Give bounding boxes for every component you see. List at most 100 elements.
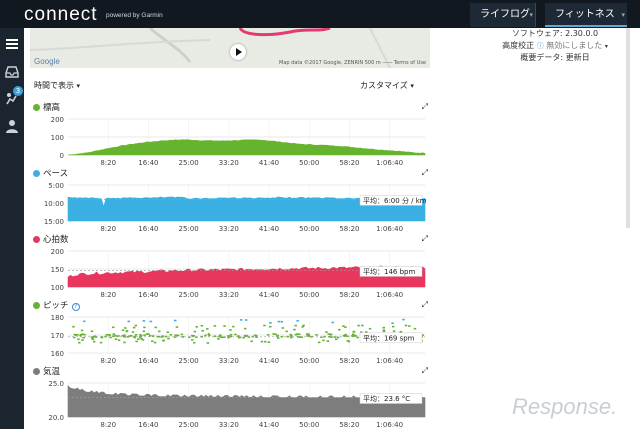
cadence-point bbox=[294, 324, 297, 327]
chevron-down-icon: ▾ bbox=[410, 82, 414, 90]
cadence-point bbox=[154, 326, 157, 329]
chevron-down-icon: ▾ bbox=[76, 82, 81, 90]
chart-temperature[interactable]: 25.0 20.0 8:20 16:40 25:00 33:20 41:40 50:00 58:… bbox=[30, 379, 430, 429]
expand-icon[interactable]: ⤢ bbox=[422, 234, 428, 244]
device-info-panel: ソフトウェア: 2.30.0.0 高度校正 ⓘ 無効にしました ▾ 概要データ:… bbox=[470, 28, 640, 64]
cadence-point bbox=[342, 325, 345, 327]
cadence-point bbox=[326, 340, 330, 342]
x-tick-label: 33:20 bbox=[219, 357, 239, 365]
route-map[interactable]: Google Map data ©2017 Google, ZENRIN 500… bbox=[30, 28, 430, 68]
cadence-point bbox=[232, 325, 235, 328]
cadence-point bbox=[114, 334, 117, 337]
x-tick-label: 8:20 bbox=[100, 357, 116, 365]
x-tick-label: 50:00 bbox=[299, 357, 319, 365]
play-button[interactable] bbox=[230, 44, 246, 60]
cadence-point bbox=[229, 333, 233, 336]
cadence-point bbox=[267, 341, 271, 343]
average-label: 平均：169 spm bbox=[363, 333, 415, 342]
inbox-icon[interactable] bbox=[4, 64, 20, 80]
cadence-point bbox=[413, 327, 417, 330]
cadence-point bbox=[108, 334, 111, 336]
cadence-point bbox=[153, 341, 157, 344]
cadence-point bbox=[132, 326, 136, 329]
time-view-dropdown[interactable]: 時間で表示 ▾ bbox=[34, 80, 80, 91]
chart-pace[interactable]: 5:00 10:00 15:00 8:20 16:40 25:00 33:20 41:40 50… bbox=[30, 181, 430, 233]
chart-cadence[interactable]: 180 170 160 8:20 16:40 25:00 33:20 41:40 50:00 58… bbox=[30, 313, 430, 365]
cadence-point bbox=[280, 320, 284, 323]
cadence-point bbox=[145, 333, 149, 335]
cadence-point bbox=[174, 319, 177, 322]
cadence-point bbox=[180, 333, 184, 336]
cadence-point bbox=[344, 334, 347, 337]
expand-icon[interactable]: ⤢ bbox=[422, 366, 428, 376]
tab-lifelog-label: ライフログ bbox=[480, 9, 530, 20]
x-tick-label: 50:00 bbox=[299, 291, 319, 299]
x-tick-label: 16:40 bbox=[138, 421, 158, 429]
cadence-point bbox=[142, 330, 146, 333]
altitude-value[interactable]: 無効にしました bbox=[546, 41, 602, 50]
cadence-point bbox=[255, 334, 258, 337]
y-tick-label: 200 bbox=[51, 116, 64, 124]
cadence-point bbox=[79, 333, 83, 336]
x-tick-label: 16:40 bbox=[138, 159, 158, 167]
chart-title: ピッチ bbox=[43, 301, 69, 311]
cadence-point bbox=[125, 330, 129, 332]
cadence-point bbox=[285, 330, 288, 333]
connect-logo[interactable]: connect bbox=[24, 4, 98, 26]
cadence-point bbox=[264, 340, 267, 343]
cadence-point bbox=[201, 330, 204, 332]
cadence-point bbox=[73, 333, 77, 336]
expand-icon[interactable]: ⤢ bbox=[422, 102, 428, 112]
cadence-point bbox=[123, 341, 126, 344]
customize-dropdown[interactable]: カスタマイズ ▾ bbox=[360, 80, 414, 91]
y-tick-label: 20.0 bbox=[48, 414, 64, 422]
cadence-point bbox=[93, 335, 97, 338]
info-icon[interactable]: ? bbox=[71, 303, 80, 311]
cadence-point bbox=[124, 327, 127, 329]
cadence-point bbox=[322, 339, 325, 342]
chevron-down-icon[interactable]: ▾ bbox=[621, 3, 625, 27]
cadence-point bbox=[335, 338, 338, 340]
tab-fitness[interactable]: フィットネス ▾ bbox=[545, 3, 627, 27]
cadence-point bbox=[392, 325, 395, 328]
cadence-point bbox=[333, 336, 337, 338]
info-icon[interactable]: ⓘ bbox=[537, 42, 544, 50]
chart-header-pace: ペース ⤢ bbox=[30, 167, 430, 181]
cadence-point bbox=[131, 331, 135, 333]
menu-icon[interactable] bbox=[4, 36, 20, 52]
chart-elevation[interactable]: 200 100 0 8:20 16:40 25:00 33:20 41:40 50:00 58:2… bbox=[30, 115, 430, 167]
cadence-point bbox=[404, 324, 408, 327]
tab-lifelog[interactable]: ライフログ ▾ bbox=[470, 3, 536, 27]
expand-icon[interactable]: ⤢ bbox=[422, 168, 428, 178]
y-tick-label: 100 bbox=[51, 134, 64, 142]
chevron-down-icon[interactable]: ▾ bbox=[605, 43, 608, 50]
cadence-point bbox=[392, 330, 396, 332]
cadence-point bbox=[269, 325, 272, 328]
scrollbar[interactable] bbox=[626, 28, 630, 228]
cadence-point bbox=[277, 337, 280, 339]
cadence-point bbox=[223, 325, 226, 327]
altitude-calibration: 高度校正 ⓘ 無効にしました ▾ bbox=[470, 40, 640, 52]
chevron-down-icon[interactable]: ▾ bbox=[529, 3, 533, 27]
x-tick-label: 8:20 bbox=[100, 291, 116, 299]
expand-icon[interactable]: ⤢ bbox=[422, 300, 428, 310]
x-tick-label: 25:00 bbox=[179, 357, 199, 365]
cadence-point bbox=[149, 320, 153, 323]
legend-dot bbox=[33, 302, 40, 309]
x-tick-label: 41:40 bbox=[259, 357, 279, 365]
chart-heart_rate[interactable]: 200 150 100 8:20 16:40 25:00 33:20 41:40 50:00 58… bbox=[30, 247, 430, 299]
cadence-point bbox=[329, 334, 332, 336]
cadence-point bbox=[191, 339, 194, 341]
cadence-point bbox=[245, 335, 249, 337]
cadence-point bbox=[112, 333, 115, 335]
cadence-point bbox=[269, 322, 272, 324]
cadence-point bbox=[90, 330, 94, 333]
cadence-point bbox=[207, 333, 210, 335]
cadence-point bbox=[250, 340, 253, 343]
cadence-point bbox=[229, 329, 232, 331]
x-tick-label: 58:20 bbox=[339, 225, 359, 233]
cadence-point bbox=[325, 331, 328, 333]
top-bar: connect powered by Garmin ライフログ ▾ フィットネス… bbox=[0, 0, 640, 28]
cadence-point bbox=[174, 334, 177, 336]
user-icon[interactable] bbox=[4, 118, 20, 134]
